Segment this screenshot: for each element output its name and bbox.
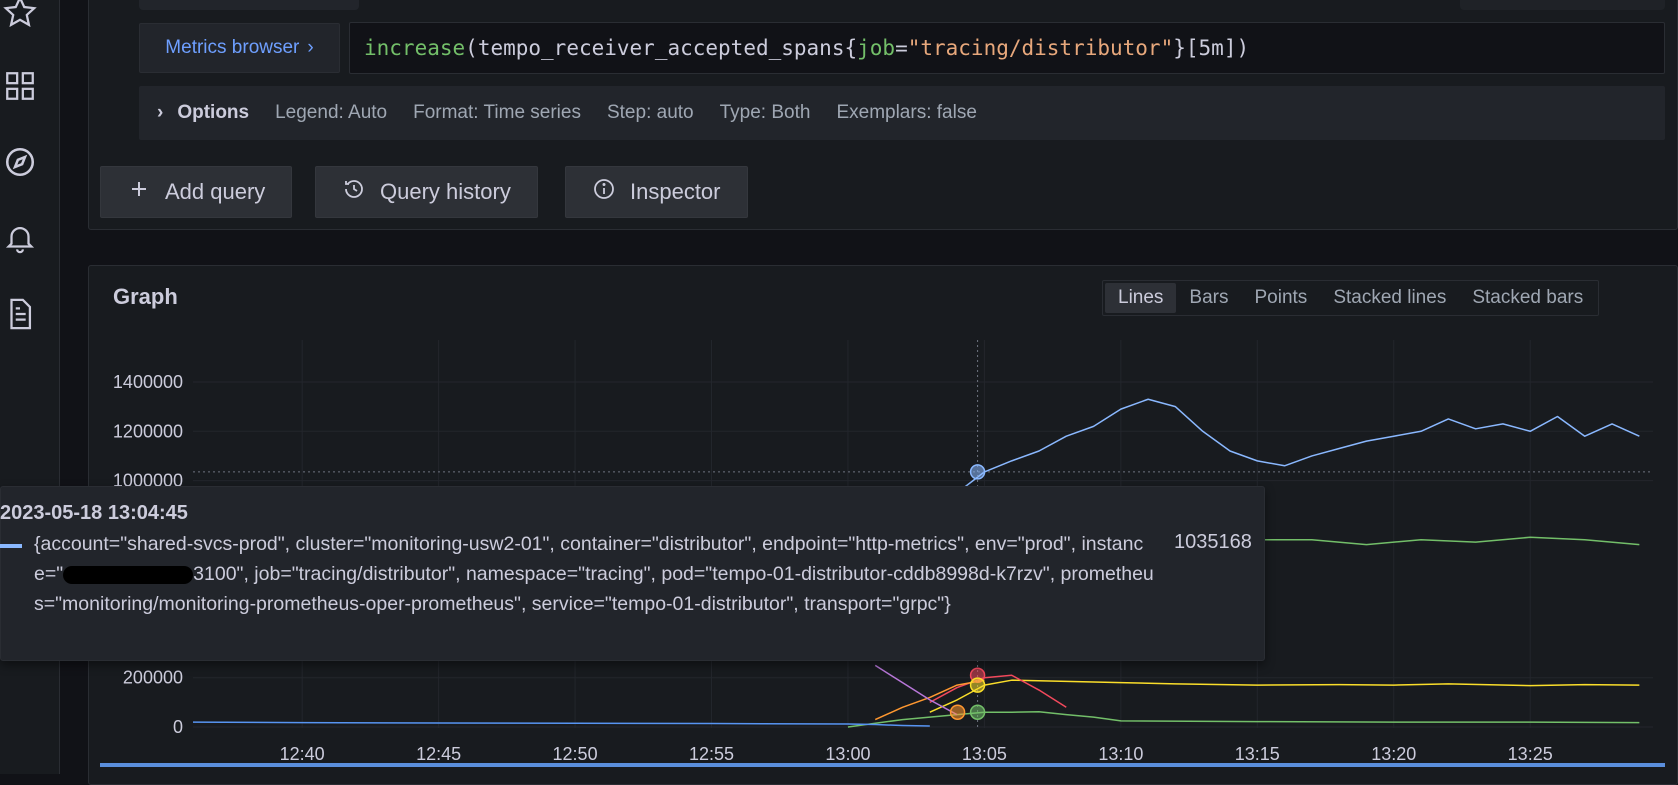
inspector-button[interactable]: Inspector — [565, 166, 748, 218]
redaction-mark — [63, 565, 194, 584]
graph-type-bars[interactable]: Bars — [1176, 283, 1241, 313]
graph-title: Graph — [113, 284, 178, 309]
chevron-right-icon: › — [157, 102, 164, 123]
series-line-green — [1202, 536, 1640, 551]
query-header-tab[interactable] — [139, 0, 359, 10]
query-brace-open: { — [844, 36, 858, 60]
hover-point-orange — [949, 704, 966, 720]
query-paren: ( — [465, 36, 478, 60]
x-tick-label: 13:20 — [1371, 744, 1416, 764]
chevron-right-icon: › — [307, 37, 314, 58]
query-brace-close: } — [1173, 36, 1186, 60]
x-tick-label: 13:10 — [1098, 744, 1143, 764]
graph-type-switch: Lines Bars Points Stacked lines Stacked … — [1102, 280, 1600, 316]
graph-type-stacked-lines[interactable]: Stacked lines — [1320, 283, 1459, 313]
query-range: [5m]) — [1185, 36, 1250, 60]
query-metric-name: tempo_receiver_accepted_spans — [477, 36, 845, 60]
inspector-label: Inspector — [630, 179, 721, 204]
query-options-row: › Options Legend: Auto Format: Time seri… — [139, 86, 1665, 140]
dashboards-icon[interactable] — [0, 66, 40, 106]
add-query-label: Add query — [165, 179, 266, 204]
query-header-control[interactable] — [1460, 0, 1665, 10]
x-tick-label: 12:40 — [280, 744, 325, 764]
metrics-browser-label: Metrics browser — [165, 37, 300, 58]
series-line-yellow — [929, 679, 1640, 713]
history-icon — [342, 177, 366, 207]
explore-compass-icon[interactable] — [0, 142, 40, 182]
graph-type-points[interactable]: Points — [1242, 283, 1321, 313]
graph-type-stacked-bars[interactable]: Stacked bars — [1459, 283, 1596, 313]
tooltip-label-end: 3100", job="tracing/distributor", namesp… — [34, 563, 1154, 615]
x-tick-label: 12:55 — [689, 744, 734, 764]
query-equals: = — [895, 36, 908, 60]
option-step: Step: auto — [606, 102, 694, 123]
query-history-button[interactable]: Query history — [315, 166, 538, 218]
x-tick-label: 12:50 — [553, 744, 598, 764]
hover-point-blue — [969, 464, 986, 480]
option-legend: Legend: Auto — [275, 102, 388, 123]
y-tick-label: 1400000 — [113, 372, 183, 392]
option-type: Type: Both — [719, 102, 811, 123]
hover-point-green — [969, 704, 986, 720]
query-label-value: "tracing/distributor" — [907, 36, 1174, 60]
y-tick-label: 1200000 — [113, 421, 183, 441]
star-icon[interactable] — [0, 0, 40, 32]
panel-resize-bar[interactable] — [100, 763, 1665, 767]
x-tick-label: 13:15 — [1235, 744, 1280, 764]
add-query-button[interactable]: Add query — [100, 166, 293, 218]
option-exemplars: Exemplars: false — [836, 102, 977, 123]
series-line-dark_blue — [192, 721, 930, 727]
document-icon[interactable] — [0, 294, 40, 334]
plus-icon — [127, 177, 151, 207]
info-circle-icon — [592, 177, 616, 207]
hover-point-yellow — [969, 677, 986, 693]
x-tick-label: 12:45 — [416, 744, 461, 764]
series-line-blue — [956, 398, 1640, 494]
alerting-bell-icon[interactable] — [0, 218, 40, 258]
query-history-label: Query history — [380, 179, 511, 204]
tooltip-value: 1035168 — [1174, 531, 1252, 553]
x-tick-label: 13:00 — [825, 744, 870, 764]
options-title: Options — [177, 102, 250, 123]
y-tick-label: 200000 — [123, 668, 183, 688]
x-tick-label: 13:25 — [1508, 744, 1553, 764]
query-expression-input[interactable]: increase(tempo_receiver_accepted_spans{j… — [349, 22, 1665, 74]
metrics-browser-button[interactable]: Metrics browser › — [139, 23, 340, 73]
options-toggle[interactable]: › Options — [157, 102, 249, 124]
option-format: Format: Time series — [413, 102, 581, 123]
tooltip-time: 2023-05-18 13:04:45 — [0, 502, 188, 524]
x-tick-label: 13:05 — [962, 744, 1007, 764]
query-label-key: job — [857, 36, 896, 60]
tooltip-series-label: {account="shared-svcs-prod", cluster="mo… — [34, 529, 1154, 619]
series-line-green — [847, 710, 1640, 728]
tooltip-series-swatch — [0, 544, 22, 548]
graph-type-lines[interactable]: Lines — [1105, 283, 1177, 313]
query-function: increase — [364, 36, 466, 60]
y-tick-label: 0 — [173, 717, 183, 737]
